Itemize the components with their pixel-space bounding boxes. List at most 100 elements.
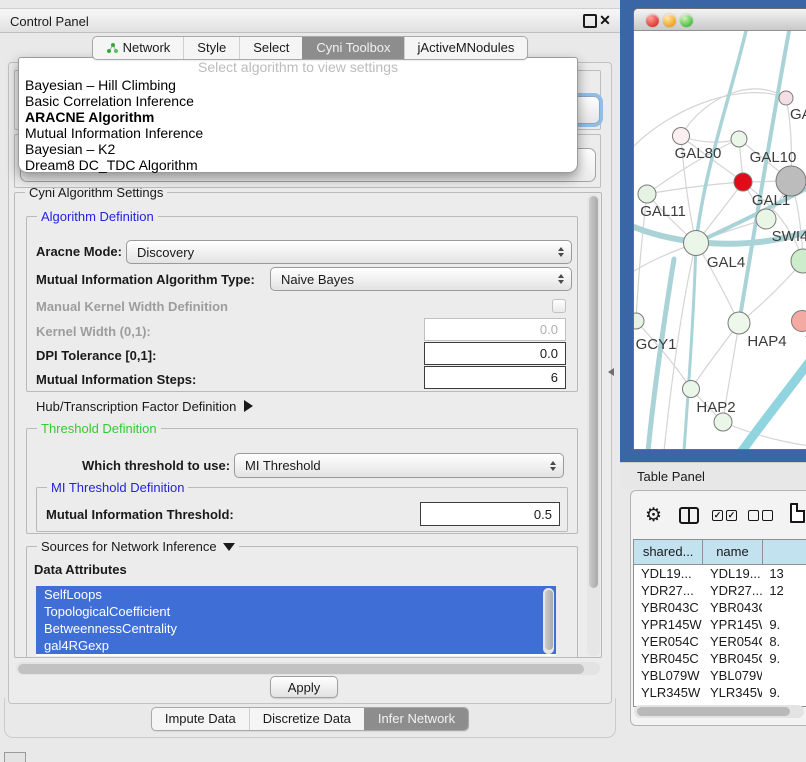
minimize-window-icon[interactable] — [663, 14, 676, 27]
gear-icon[interactable]: ⚙ — [645, 505, 662, 527]
panel-corner-icon[interactable] — [4, 752, 26, 762]
network-node[interactable] — [634, 313, 644, 329]
network-node[interactable] — [756, 209, 776, 229]
network-node[interactable] — [673, 128, 690, 145]
network-node[interactable] — [731, 131, 747, 147]
algorithm-option[interactable]: ARACNE Algorithm — [19, 109, 577, 125]
table-row[interactable]: YPR145WYPR145W9. — [634, 616, 806, 633]
network-node[interactable] — [792, 311, 806, 332]
column-view-icon[interactable] — [679, 507, 699, 524]
algorithm-option[interactable]: Dream8 DC_TDC Algorithm — [19, 157, 577, 173]
deselect-all-icon[interactable] — [748, 510, 773, 521]
table-cell: YBL079W — [634, 667, 703, 684]
table-row[interactable]: YDR27...YDR27...12 — [634, 582, 806, 599]
table-row[interactable]: YLR345WYLR345W9. — [634, 684, 806, 701]
checked-box-icon: ✓ — [726, 510, 737, 521]
mi-type-select[interactable]: Naive Bayes — [270, 267, 572, 291]
aracne-mode-value: Discovery — [137, 245, 194, 260]
network-node[interactable] — [734, 173, 752, 191]
tab-discretize-data[interactable]: Discretize Data — [249, 708, 364, 730]
aracne-mode-select[interactable]: Discovery — [126, 240, 572, 264]
table-cell: YBR045C — [703, 650, 762, 667]
mi-threshold-value: 0.5 — [534, 507, 552, 522]
node-label: GAL80 — [675, 145, 722, 162]
algorithm-dropdown-popup: Select algorithm to view settings Bayesi… — [18, 57, 578, 173]
zoom-window-icon[interactable] — [680, 14, 693, 27]
splitter-handle-icon[interactable] — [608, 368, 614, 376]
algorithm-option[interactable]: Bayesian – K2 — [19, 141, 577, 157]
float-panel-icon[interactable] — [583, 14, 597, 28]
table-row[interactable]: YBR045CYBR045C9. — [634, 650, 806, 667]
table-row[interactable]: YDL19...YDL19...13 — [634, 565, 806, 582]
select-all-icon[interactable]: ✓ ✓ — [712, 510, 737, 521]
network-node[interactable] — [683, 381, 700, 398]
close-window-icon[interactable] — [646, 14, 659, 27]
column-header[interactable]: name — [703, 540, 762, 564]
table-row[interactable]: YBL079WYBL079W — [634, 667, 806, 684]
network-node[interactable] — [791, 249, 806, 273]
tab-cyni-toolbox[interactable]: Cyni Toolbox — [302, 37, 403, 59]
settings-hscrollbar-thumb[interactable] — [18, 664, 584, 674]
table-cell: 9. — [762, 650, 806, 667]
algorithm-option[interactable]: Mutual Information Inference — [19, 125, 577, 141]
kernel-width-input[interactable]: 0.0 — [424, 318, 566, 341]
control-panel-tabs: NetworkStyleSelectCyni ToolboxjActiveMNo… — [92, 36, 529, 60]
algorithm-option[interactable]: Basic Correlation Inference — [19, 93, 577, 109]
checked-box-icon: ✓ — [712, 510, 723, 521]
hub-expander[interactable]: Hub/Transcription Factor Definition — [36, 399, 253, 415]
list-item[interactable]: gal4RGexp — [36, 637, 556, 654]
dpi-tolerance-input[interactable]: 0.0 — [424, 342, 566, 365]
list-item[interactable]: SelfLoops — [36, 586, 556, 603]
manual-kernel-checkbox[interactable] — [552, 299, 566, 313]
network-edge[interactable] — [634, 93, 786, 146]
network-canvas[interactable]: GALGAL80GAL10GAL1GAL11SWI4GAL4GCY1HAP4YH… — [634, 31, 806, 450]
unchecked-box-icon — [748, 510, 759, 521]
tab-infer-network[interactable]: Infer Network — [364, 708, 468, 730]
list-item[interactable]: BetweennessCentrality — [36, 620, 556, 637]
table-row[interactable]: YBR043CYBR043C — [634, 599, 806, 616]
network-window-titlebar[interactable] — [634, 9, 806, 31]
tab-network[interactable]: Network — [93, 37, 184, 59]
new-table-icon[interactable] — [790, 503, 805, 523]
network-view-window[interactable]: GALGAL80GAL10GAL1GAL11SWI4GAL4GCY1HAP4YH… — [633, 8, 806, 450]
expander-expanded-icon[interactable] — [223, 543, 235, 551]
attributes-scrollbar-thumb[interactable] — [545, 590, 553, 650]
network-edge[interactable] — [742, 361, 806, 450]
settings-scrollbar-thumb[interactable] — [589, 196, 598, 588]
kernel-width-value: 0.0 — [540, 322, 558, 337]
close-panel-icon[interactable]: ✕ — [597, 9, 613, 31]
tab-jactivemnodules[interactable]: jActiveMNodules — [404, 37, 528, 59]
sources-title: Sources for Network Inference — [37, 539, 239, 554]
network-node[interactable] — [779, 91, 793, 105]
node-label: HAP4 — [747, 333, 786, 350]
network-node[interactable] — [728, 312, 750, 334]
apply-button[interactable]: Apply — [270, 676, 338, 698]
table-row[interactable]: YER054CYER054C8. — [634, 633, 806, 650]
tab-style[interactable]: Style — [183, 37, 239, 59]
algorithm-option[interactable]: Bayesian – Hill Climbing — [19, 77, 577, 93]
table-cell: YER054C — [703, 633, 762, 650]
network-node[interactable] — [684, 231, 709, 256]
node-label: GAL — [790, 106, 806, 123]
network-edge[interactable] — [684, 243, 696, 450]
table-panel-titlebar: Table Panel — [620, 462, 806, 489]
data-attributes-list[interactable]: SelfLoopsTopologicalCoefficientBetweenne… — [36, 586, 556, 656]
column-header[interactable]: shared... — [634, 540, 703, 564]
mi-steps-input[interactable]: 6 — [424, 366, 566, 389]
which-threshold-value: MI Threshold — [245, 458, 321, 473]
network-edge[interactable] — [648, 259, 674, 450]
table-hscrollbar-thumb[interactable] — [637, 707, 790, 716]
table-cell: 9. — [762, 684, 806, 701]
list-item[interactable]: TopologicalCoefficient — [36, 603, 556, 620]
node-label: HAP2 — [696, 399, 735, 416]
tab-select[interactable]: Select — [239, 37, 302, 59]
tab-impute-data[interactable]: Impute Data — [152, 708, 249, 730]
dpi-tolerance-value: 0.0 — [540, 346, 558, 361]
expander-collapsed-icon[interactable] — [244, 400, 253, 412]
column-header[interactable] — [763, 540, 806, 564]
which-threshold-select[interactable]: MI Threshold — [234, 453, 564, 478]
mi-threshold-input[interactable]: 0.5 — [420, 502, 560, 526]
control-panel-titlebar: Control Panel — [0, 8, 620, 33]
network-edge[interactable] — [691, 323, 739, 389]
network-node[interactable] — [638, 185, 656, 203]
